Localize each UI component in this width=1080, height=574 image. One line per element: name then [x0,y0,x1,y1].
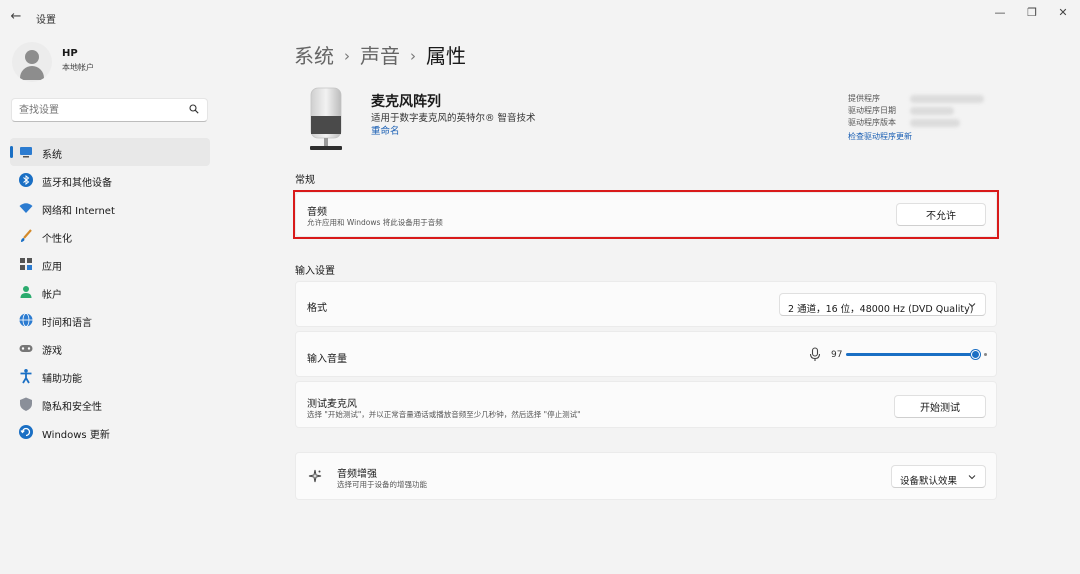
test-microphone-subtitle: 选择 "开始测试"，并以正常音量通话或播放音频至少几秒钟，然后选择 "停止测试" [307,410,581,419]
sidebar-item-label: Windows 更新 [42,430,110,441]
breadcrumb-separator: › [344,47,350,65]
microphone-icon[interactable] [809,347,821,362]
sidebar-item-windows-update[interactable]: Windows 更新 [10,418,210,446]
driver-version-label: 驱动程序版本 [848,118,896,127]
breadcrumb-item-sound[interactable]: 声音 [360,44,400,68]
sidebar-item-bluetooth[interactable]: 蓝牙和其他设备 [10,166,210,194]
sidebar: HP 本地帐户 系统 蓝牙和其他设备 网络 [0,34,220,574]
rename-link[interactable]: 重命名 [371,123,400,137]
title-bar: ← 设置 — ❐ ✕ [0,0,1080,34]
volume-slider-end [984,353,987,356]
sidebar-item-label: 个性化 [42,234,72,245]
sidebar-item-time-language[interactable]: 时间和语言 [10,306,210,334]
avatar[interactable] [12,42,52,82]
volume-slider-track[interactable] [846,353,976,356]
driver-provider-value-redacted [910,95,984,103]
breadcrumb-separator: › [410,47,416,65]
user-name: HP [62,48,78,59]
sidebar-item-label: 游戏 [42,346,62,357]
account-icon [20,286,32,298]
shield-icon [20,397,32,411]
audio-enhancements-title: 音频增强 [337,469,377,480]
wifi-icon [19,203,33,213]
driver-date-value-redacted [910,107,954,115]
chevron-down-icon [968,475,976,480]
sidebar-item-label: 帐户 [42,290,62,301]
sidebar-item-label: 辅助功能 [42,374,82,385]
chevron-down-icon [968,303,976,308]
gamepad-icon [19,345,33,352]
back-button[interactable]: ← [8,9,24,25]
device-name: 麦克风阵列 [371,94,441,110]
breadcrumb: 系统 › 声音 › 属性 [294,40,466,69]
sidebar-item-accounts[interactable]: 帐户 [10,278,210,306]
globe-icon [19,313,33,327]
search-box[interactable] [11,98,208,122]
audio-enhancements-value: 设备默认效果 [900,476,958,487]
volume-value: 97 [831,350,843,360]
minimize-button[interactable]: — [990,5,1010,21]
driver-version-value-redacted [910,119,960,127]
account-type: 本地帐户 [62,63,94,72]
start-test-button[interactable]: 开始测试 [894,395,986,418]
microphone-device-image [310,87,342,150]
sidebar-item-label: 应用 [42,262,62,273]
accessibility-icon [20,369,32,384]
driver-date-label: 驱动程序日期 [848,106,896,115]
test-microphone-title: 测试麦克风 [307,399,357,410]
test-microphone-card: 测试麦克风 选择 "开始测试"，并以正常音量通话或播放音频至少几秒钟，然后选择 … [295,381,997,428]
page-title: 属性 [426,44,466,68]
bluetooth-icon [19,173,33,187]
restore-button[interactable]: ❐ [1022,5,1042,21]
sidebar-item-personalization[interactable]: 个性化 [10,222,210,250]
sidebar-item-label: 蓝牙和其他设备 [42,178,112,189]
audio-enhancements-subtitle: 选择可用于设备的增强功能 [337,480,427,489]
input-volume-label: 输入音量 [307,354,347,365]
section-title-general: 常规 [295,175,315,186]
search-input[interactable] [19,102,179,118]
format-value: 2 通道，16 位，48000 Hz (DVD Quality) [788,304,974,315]
search-icon[interactable] [189,104,199,114]
sidebar-item-label: 系统 [42,150,62,161]
system-icon [20,147,32,158]
volume-slider-thumb[interactable] [971,350,980,359]
sidebar-item-label: 时间和语言 [42,318,92,329]
highlight-outline [293,190,999,239]
format-label: 格式 [307,303,327,314]
sidebar-item-network[interactable]: 网络和 Internet [10,194,210,222]
breadcrumb-item-system[interactable]: 系统 [294,44,334,68]
sidebar-item-system[interactable]: 系统 [10,138,210,166]
sidebar-item-apps[interactable]: 应用 [10,250,210,278]
audio-enhancement-icon [308,469,322,483]
apps-icon [20,258,32,270]
active-indicator [10,146,13,158]
sidebar-item-gaming[interactable]: 游戏 [10,334,210,362]
sidebar-item-accessibility[interactable]: 辅助功能 [10,362,210,390]
driver-provider-label: 提供程序 [848,94,880,103]
update-icon [19,425,33,439]
audio-enhancements-card: 音频增强 选择可用于设备的增强功能 设备默认效果 [295,452,997,500]
sidebar-nav: 系统 蓝牙和其他设备 网络和 Internet 个性化 应用 帐户 时间和语言 … [10,138,210,446]
format-card: 格式 2 通道，16 位，48000 Hz (DVD Quality) [295,281,997,327]
format-dropdown[interactable]: 2 通道，16 位，48000 Hz (DVD Quality) [779,293,986,316]
section-title-input: 输入设置 [295,266,335,277]
sidebar-item-privacy[interactable]: 隐私和安全性 [10,390,210,418]
check-driver-update-link[interactable]: 检查驱动程序更新 [848,131,1008,142]
sidebar-item-label: 隐私和安全性 [42,402,102,413]
device-description: 适用于数字麦克风的英特尔® 智音技术 [371,113,536,124]
app-title: 设置 [36,15,56,26]
driver-info: 提供程序 驱动程序日期 驱动程序版本 检查驱动程序更新 [848,93,1008,142]
sidebar-item-label: 网络和 Internet [42,206,115,217]
audio-enhancements-dropdown[interactable]: 设备默认效果 [891,465,986,488]
close-button[interactable]: ✕ [1053,5,1073,21]
brush-icon [21,229,32,242]
